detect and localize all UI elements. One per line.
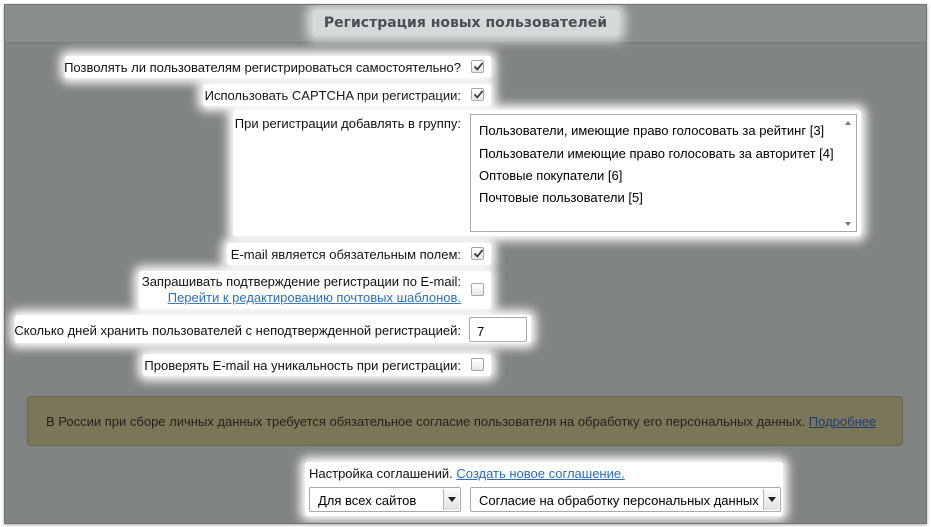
checkmark-icon	[473, 62, 484, 71]
email-confirm-checkbox[interactable]	[471, 283, 484, 296]
email-required-checkbox[interactable]	[471, 247, 484, 260]
chevron-down-icon[interactable]	[763, 489, 779, 510]
create-agreement-link[interactable]: Создать новое соглашение.	[456, 466, 624, 481]
scroll-down-arrow-icon[interactable]	[845, 222, 851, 226]
checkmark-icon	[473, 90, 484, 99]
group-option[interactable]: Почтовые пользователи [5]	[479, 190, 643, 205]
checkmark-icon	[473, 249, 484, 258]
scroll-up-arrow-icon[interactable]	[845, 121, 851, 125]
keep-days-input[interactable]: 7	[469, 317, 527, 342]
add-to-group-label: При регистрации добавлять в группу:	[234, 116, 461, 131]
email-confirm-label: Запрашивать подтверждение регистрации по…	[141, 274, 461, 289]
allow-self-register-label: Позволять ли пользователям регистрироват…	[64, 60, 461, 75]
notice-text: В России при сборе личных данных требует…	[46, 414, 876, 429]
group-option[interactable]: Оптовые покупатели [6]	[479, 168, 622, 183]
agreements-settings-text: Настройка соглашений.	[309, 466, 453, 481]
personal-data-notice: В России при сборе личных данных требует…	[27, 396, 903, 446]
agreement-select-value: Согласие на обработку персональных данны…	[479, 493, 759, 508]
agreement-select[interactable]: Согласие на обработку персональных данны…	[470, 487, 781, 512]
allow-self-register-checkbox[interactable]	[471, 60, 484, 73]
site-select[interactable]: Для всех сайтов	[309, 487, 461, 512]
agreements-label: Настройка соглашений. Создать новое согл…	[309, 466, 625, 481]
email-required-label: E-mail является обязательным полем:	[230, 247, 461, 262]
listbox-scrollbar[interactable]	[842, 115, 856, 231]
notice-message: В России при сборе личных данных требует…	[46, 414, 809, 429]
keep-days-label: Сколько дней хранить пользователей с неп…	[14, 323, 461, 338]
site-select-value: Для всех сайтов	[318, 493, 417, 508]
group-option[interactable]: Пользователи имеющие право голосовать за…	[479, 146, 834, 161]
chevron-down-icon[interactable]	[443, 489, 459, 510]
section-title: Регистрация новых пользователей	[311, 10, 620, 36]
group-listbox[interactable]: Пользователи, имеющие право голосовать з…	[470, 114, 857, 232]
use-captcha-label: Использовать CAPTCHA при регистрации:	[204, 88, 461, 103]
notice-more-link[interactable]: Подробнее	[809, 414, 876, 429]
settings-panel: Регистрация новых пользователей Позволят…	[4, 4, 927, 524]
edit-mail-templates-link[interactable]: Перейти к редактированию почтовых шаблон…	[168, 290, 461, 305]
section-header: Регистрация новых пользователей	[5, 5, 926, 43]
use-captcha-checkbox[interactable]	[471, 88, 484, 101]
email-unique-checkbox[interactable]	[471, 358, 484, 371]
email-unique-label: Проверять E-mail на уникальность при рег…	[144, 358, 461, 373]
group-option[interactable]: Пользователи, имеющие право голосовать з…	[479, 123, 824, 138]
